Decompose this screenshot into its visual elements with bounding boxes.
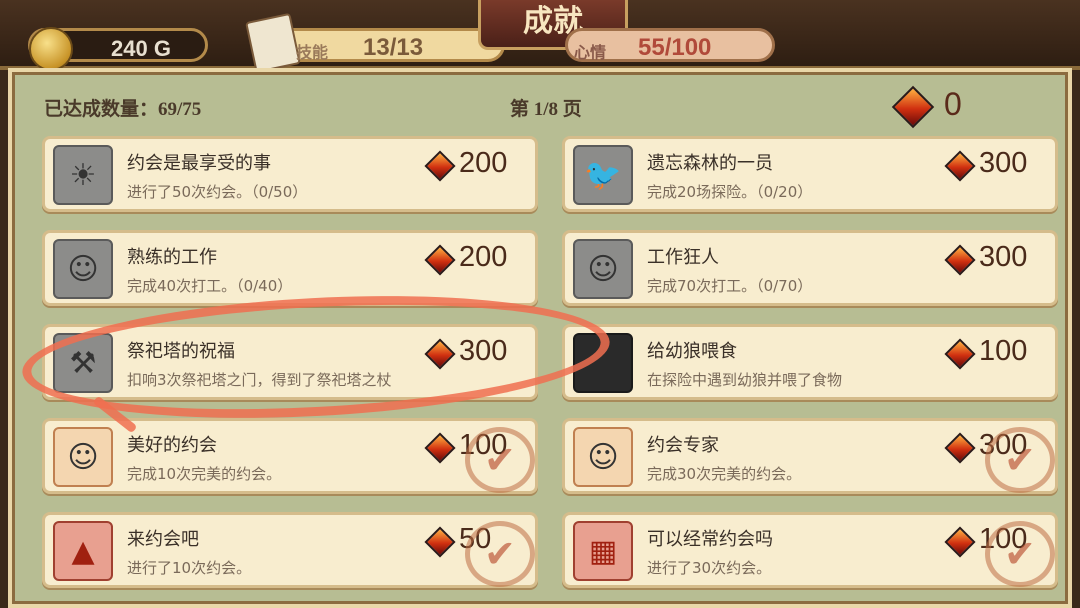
gem-icon <box>424 432 456 464</box>
achievement-title: 熟练的工作 <box>127 247 217 268</box>
gem-icon <box>424 244 456 276</box>
gem-icon <box>424 338 456 370</box>
achievement-title: 遗忘森林的一员 <box>647 153 773 174</box>
reward-value: 300 <box>979 241 1028 273</box>
achievement-card[interactable]: ☺ 熟练的工作完成40次打工。（0/40） 200 <box>42 230 538 306</box>
achievement-title: 可以经常约会吗 <box>647 529 773 550</box>
mood-counter: 心情 55/100 <box>565 28 775 62</box>
skill-counter: 技能 13/13 <box>245 12 505 74</box>
completed-stamp-icon <box>985 427 1055 493</box>
gem-icon <box>944 150 976 182</box>
reward-value: 300 <box>459 335 508 367</box>
achievement-title: 美好的约会 <box>127 435 217 456</box>
card-icon <box>245 12 301 74</box>
achievement-description: 在探险中遇到幼狼并喂了食物 <box>647 371 843 389</box>
achievement-card[interactable]: 给幼狼喂食在探险中遇到幼狼并喂了食物 100 <box>562 324 1058 400</box>
achievement-card[interactable]: ☺ 美好的约会 完成10次完美的约会。 100 <box>42 418 538 494</box>
achievement-card[interactable]: 🐦 遗忘森林的一员完成20场探险。（0/20） 300 <box>562 136 1058 212</box>
achievement-title: 祭祀塔的祝福 <box>127 341 235 362</box>
achievement-card[interactable]: ☺ 约会专家 完成30次完美的约会。 300 <box>562 418 1058 494</box>
staff-icon: ⚒ <box>53 333 113 393</box>
mood-label: 心情 <box>574 45 607 62</box>
achievement-card[interactable]: ☀ 约会是最享受的事进行了50次约会。（0/50） 200 <box>42 136 538 212</box>
gem-icon <box>424 526 456 558</box>
achievement-description: 进行了30次约会。 <box>647 559 772 577</box>
reward-value: 200 <box>459 147 508 179</box>
achievement-card[interactable]: ⚒ 祭祀塔的祝福扣响3次祭祀塔之门，得到了祭祀塔之杖 300 <box>42 324 538 400</box>
achievement-description: 进行了50次约会。（0/50） <box>127 183 308 201</box>
achievement-title: 工作狂人 <box>647 247 719 268</box>
achievement-title: 约会专家 <box>647 435 719 456</box>
gem-icon <box>424 150 456 182</box>
skill-value: 13/13 <box>363 34 424 61</box>
blonde-girl-icon: ☺ <box>53 427 113 487</box>
achievement-description: 扣响3次祭祀塔之门，得到了祭祀塔之杖 <box>127 371 392 389</box>
gem-icon <box>944 432 976 464</box>
skill-label: 技能 <box>296 45 329 62</box>
wolf-icon <box>573 333 633 393</box>
worker-portrait-icon: ☺ <box>53 239 113 299</box>
girl-portrait-icon: ☺ <box>573 239 633 299</box>
gem-icon <box>944 526 976 558</box>
gold-coin-icon <box>29 27 73 71</box>
gem-icon <box>944 338 976 370</box>
achievement-card[interactable]: ▲ 来约会吧 进行了10次约会。 50 <box>42 512 538 588</box>
achievement-title: 给幼狼喂食 <box>647 341 737 362</box>
reward-value: 300 <box>979 147 1028 179</box>
achievement-description: 完成10次完美的约会。 <box>127 465 282 483</box>
achievement-description: 进行了10次约会。 <box>127 559 252 577</box>
achievement-description: 完成70次打工。（0/70） <box>647 277 813 295</box>
sun-emblem-icon: ☀ <box>53 145 113 205</box>
achievement-title: 来约会吧 <box>127 529 199 550</box>
top-bar: 240 G 技能 13/13 成就 心情 55/100 <box>0 0 1080 74</box>
achievement-card[interactable]: ▦ 可以经常约会吗 进行了30次约会。 100 <box>562 512 1058 588</box>
achievement-card[interactable]: ☺ 工作狂人完成70次打工。（0/70） 300 <box>562 230 1058 306</box>
achievement-title: 约会是最享受的事 <box>127 153 271 174</box>
gold-value: 240 G <box>111 36 171 61</box>
raven-icon: 🐦 <box>573 145 633 205</box>
gem-icon <box>944 244 976 276</box>
total-gems-value: 0 <box>944 86 962 122</box>
achievement-description: 完成20场探险。（0/20） <box>647 183 813 201</box>
wardrobe-icon: ▦ <box>573 521 633 581</box>
achievement-description: 完成30次完美的约会。 <box>647 465 802 483</box>
page-indicator: 第 1/8 页 <box>510 99 582 120</box>
brown-hair-girl-icon: ☺ <box>573 427 633 487</box>
achieved-count: 已达成数量：69/75 <box>44 99 202 120</box>
completed-stamp-icon <box>985 521 1055 587</box>
gold-counter: 240 G <box>28 27 208 71</box>
dress-icon: ▲ <box>53 521 113 581</box>
completed-stamp-icon <box>465 521 535 587</box>
completed-stamp-icon <box>465 427 535 493</box>
reward-value: 200 <box>459 241 508 273</box>
achievement-description: 完成40次打工。（0/40） <box>127 277 293 295</box>
reward-value: 100 <box>979 335 1028 367</box>
mood-value: 55/100 <box>638 34 712 61</box>
